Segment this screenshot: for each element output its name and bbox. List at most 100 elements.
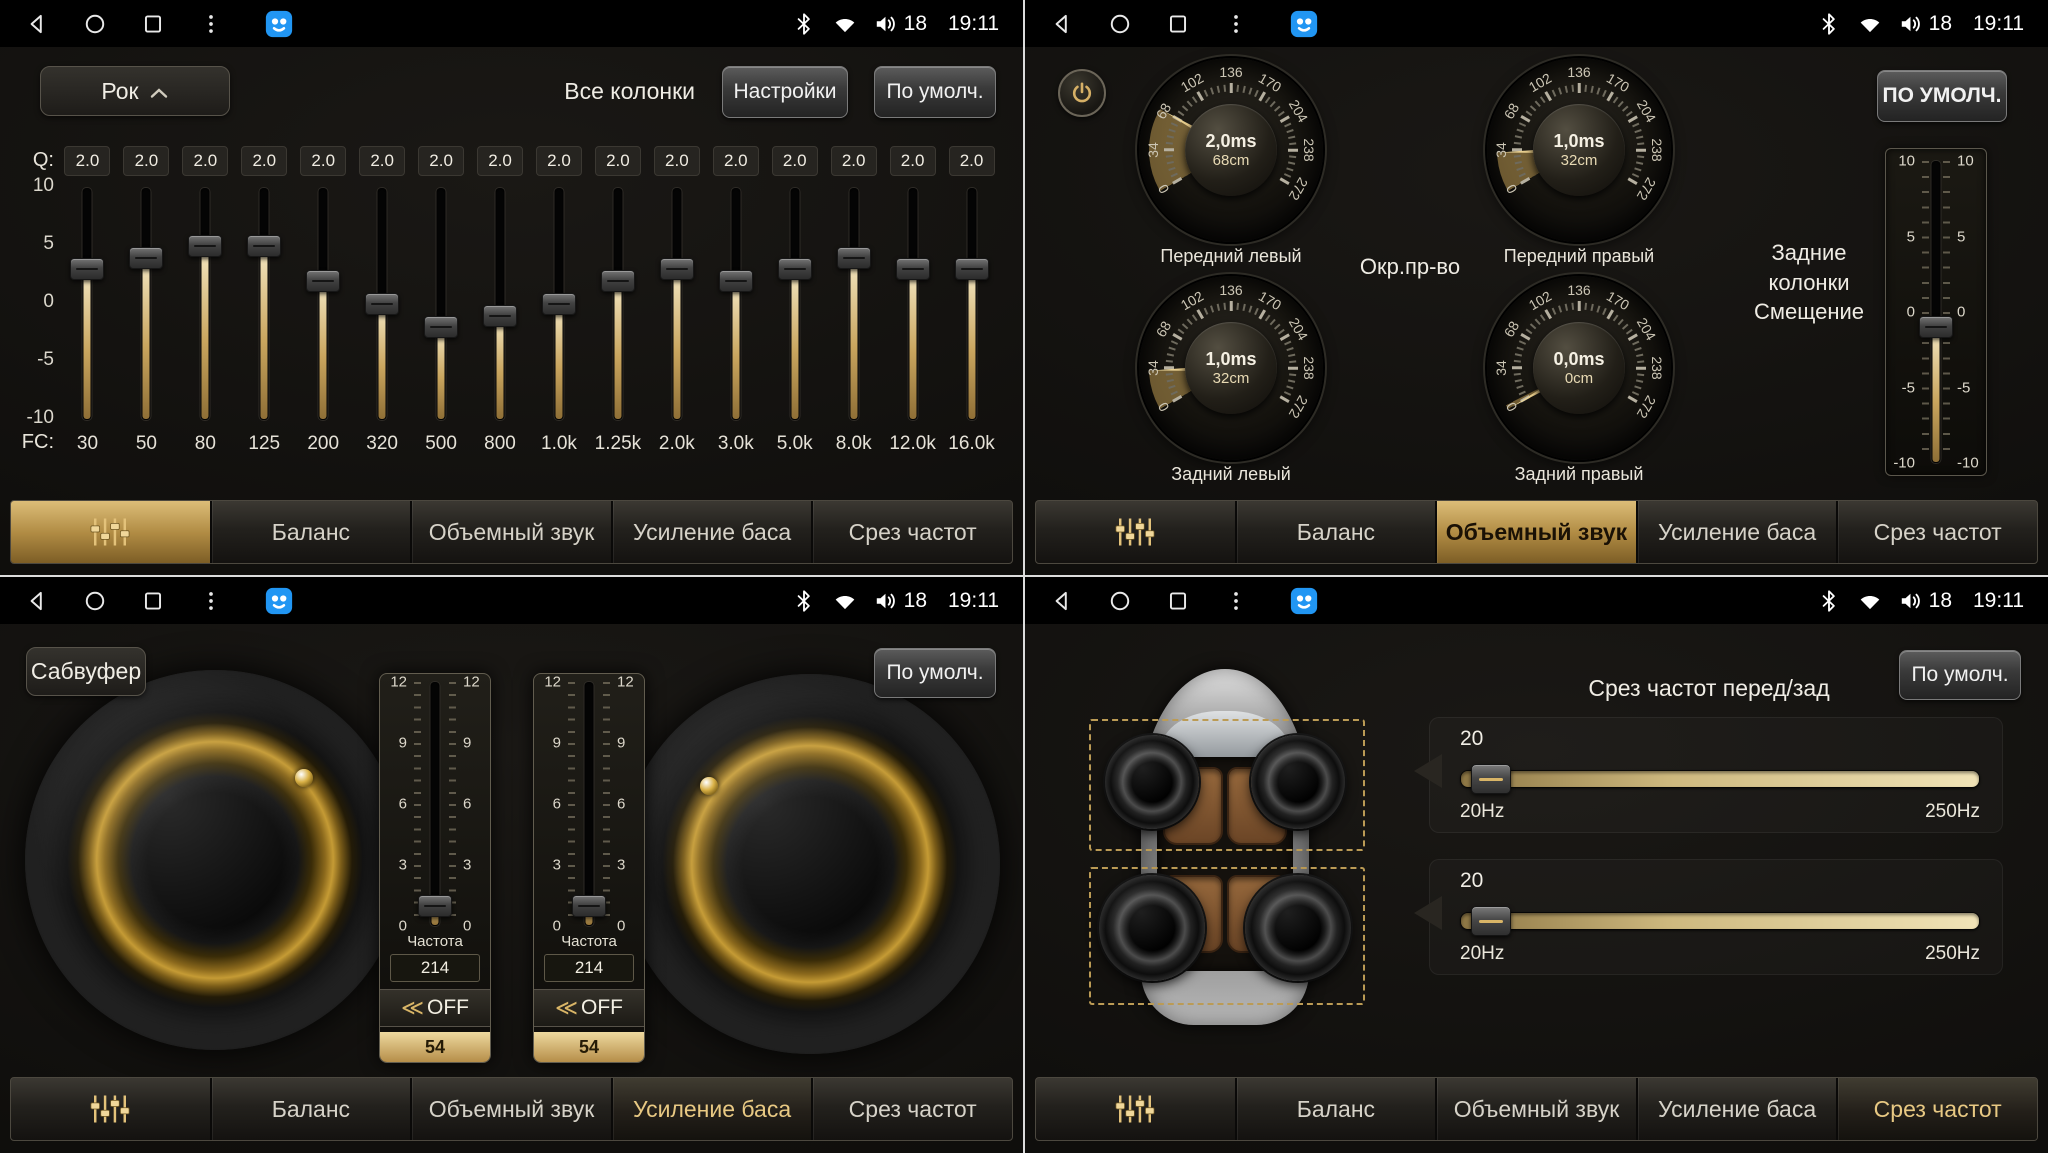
slider-handle[interactable] xyxy=(955,258,989,280)
tab-crossover[interactable]: Срез частот xyxy=(811,1078,1012,1140)
slider-handle[interactable] xyxy=(247,235,281,257)
app-icon[interactable] xyxy=(1289,9,1319,39)
back-icon[interactable] xyxy=(1049,588,1075,614)
delay-gauge-3[interactable]: 034681021361702042382721,0ms32cmЗадний л… xyxy=(1139,276,1323,460)
default-button[interactable]: По умолч. xyxy=(874,648,996,698)
back-icon[interactable] xyxy=(1049,11,1075,37)
recents-icon[interactable] xyxy=(140,11,166,37)
band-gain-slider[interactable] xyxy=(176,188,235,420)
tab-surround-sound[interactable]: Объемный звук xyxy=(410,501,611,563)
bass-off-button[interactable]: ≪OFF xyxy=(534,989,644,1027)
bass-off-button[interactable]: ≪OFF xyxy=(380,989,490,1027)
recents-icon[interactable] xyxy=(1165,588,1191,614)
back-icon[interactable] xyxy=(24,11,50,37)
slider-handle[interactable] xyxy=(778,258,812,280)
bass-level-slider[interactable]: 129630129630 xyxy=(536,682,642,926)
band-gain-slider[interactable] xyxy=(706,188,765,420)
rear-offset-slider[interactable]: 1050-5-101050-5-10 xyxy=(1885,148,1987,476)
app-icon[interactable] xyxy=(264,586,294,616)
tab-surround-sound[interactable]: Объемный звук xyxy=(1435,1078,1636,1140)
slider-handle[interactable] xyxy=(572,895,606,917)
band-gain-slider[interactable] xyxy=(471,188,530,420)
tab-surround-sound[interactable]: Объемный звук xyxy=(1435,501,1636,563)
band-gain-slider[interactable] xyxy=(117,188,176,420)
tab-crossover[interactable]: Срез частот xyxy=(811,501,1012,563)
default-button[interactable]: По умолч. xyxy=(1899,650,2021,700)
tab-balance[interactable]: Баланс xyxy=(1235,501,1436,563)
band-gain-slider[interactable] xyxy=(647,188,706,420)
tab-equalizer[interactable] xyxy=(1036,1078,1235,1140)
back-icon[interactable] xyxy=(24,588,50,614)
slider-handle[interactable] xyxy=(365,293,399,315)
tab-bass-boost[interactable]: Усиление баса xyxy=(1636,501,1837,563)
tab-crossover[interactable]: Срез частот xyxy=(1836,1078,2037,1140)
band-gain-slider[interactable] xyxy=(294,188,353,420)
band-gain-slider[interactable] xyxy=(765,188,824,420)
band-gain-slider[interactable] xyxy=(353,188,412,420)
gauge-knob[interactable]: 2,0ms68cm xyxy=(1185,104,1277,196)
default-button[interactable]: По умолч. xyxy=(874,66,996,118)
slider-handle[interactable] xyxy=(424,316,458,338)
crossover-slider[interactable] xyxy=(1460,912,1980,930)
slider-handle[interactable] xyxy=(306,270,340,292)
slider-handle[interactable] xyxy=(129,247,163,269)
band-gain-slider[interactable] xyxy=(530,188,589,420)
home-icon[interactable] xyxy=(1107,11,1133,37)
tab-bass-boost[interactable]: Усиление баса xyxy=(1636,1078,1837,1140)
slider-handle[interactable] xyxy=(188,235,222,257)
delay-gauge-1[interactable]: 034681021361702042382722,0ms68cmПередний… xyxy=(1139,58,1323,242)
gauge-knob[interactable]: 0,0ms0cm xyxy=(1533,322,1625,414)
app-icon[interactable] xyxy=(264,9,294,39)
more-options-icon[interactable] xyxy=(198,11,224,37)
tab-balance[interactable]: Баланс xyxy=(210,1078,411,1140)
tab-crossover[interactable]: Срез частот xyxy=(1836,501,2037,563)
tab-equalizer[interactable] xyxy=(1036,501,1235,563)
more-options-icon[interactable] xyxy=(1223,11,1249,37)
slider-handle[interactable] xyxy=(542,293,576,315)
more-options-icon[interactable] xyxy=(1223,588,1249,614)
home-icon[interactable] xyxy=(82,11,108,37)
delay-gauge-4[interactable]: 034681021361702042382720,0ms0cmЗадний пр… xyxy=(1487,276,1671,460)
crossover-slider[interactable] xyxy=(1460,770,1980,788)
slider-handle[interactable] xyxy=(1471,764,1511,794)
slider-handle[interactable] xyxy=(719,270,753,292)
power-button[interactable] xyxy=(1058,69,1106,117)
slider-handle[interactable] xyxy=(483,305,517,327)
tab-equalizer[interactable] xyxy=(11,1078,210,1140)
tab-surround-sound[interactable]: Объемный звук xyxy=(410,1078,611,1140)
delay-gauge-2[interactable]: 034681021361702042382721,0ms32cmПередний… xyxy=(1487,58,1671,242)
band-gain-slider[interactable] xyxy=(58,188,117,420)
slider-handle[interactable] xyxy=(418,895,452,917)
gauge-knob[interactable]: 1,0ms32cm xyxy=(1185,322,1277,414)
gauge-knob[interactable]: 1,0ms32cm xyxy=(1533,104,1625,196)
preset-dropdown[interactable]: Рок xyxy=(40,66,230,116)
home-icon[interactable] xyxy=(82,588,108,614)
tab-equalizer[interactable] xyxy=(11,501,210,563)
band-gain-slider[interactable] xyxy=(235,188,294,420)
tab-bass-boost[interactable]: Усиление баса xyxy=(611,1078,812,1140)
eq-band-3.0k: 2.03.0k xyxy=(706,146,765,458)
slider-handle[interactable] xyxy=(1919,316,1953,338)
tab-bass-boost[interactable]: Усиление баса xyxy=(611,501,812,563)
slider-handle[interactable] xyxy=(660,258,694,280)
slider-handle[interactable] xyxy=(896,258,930,280)
tab-balance[interactable]: Баланс xyxy=(210,501,411,563)
slider-handle[interactable] xyxy=(837,247,871,269)
bass-level-slider[interactable]: 129630129630 xyxy=(382,682,488,926)
home-icon[interactable] xyxy=(1107,588,1133,614)
default-button[interactable]: ПО УМОЛЧ. xyxy=(1877,70,2007,122)
app-icon[interactable] xyxy=(1289,586,1319,616)
more-options-icon[interactable] xyxy=(198,588,224,614)
band-gain-slider[interactable] xyxy=(942,188,1001,420)
slider-handle[interactable] xyxy=(601,270,635,292)
tab-balance[interactable]: Баланс xyxy=(1235,1078,1436,1140)
band-gain-slider[interactable] xyxy=(588,188,647,420)
slider-handle[interactable] xyxy=(1471,906,1511,936)
slider-handle[interactable] xyxy=(70,258,104,280)
settings-button[interactable]: Настройки xyxy=(722,66,848,118)
recents-icon[interactable] xyxy=(140,588,166,614)
recents-icon[interactable] xyxy=(1165,11,1191,37)
band-gain-slider[interactable] xyxy=(824,188,883,420)
band-gain-slider[interactable] xyxy=(883,188,942,420)
band-gain-slider[interactable] xyxy=(412,188,471,420)
